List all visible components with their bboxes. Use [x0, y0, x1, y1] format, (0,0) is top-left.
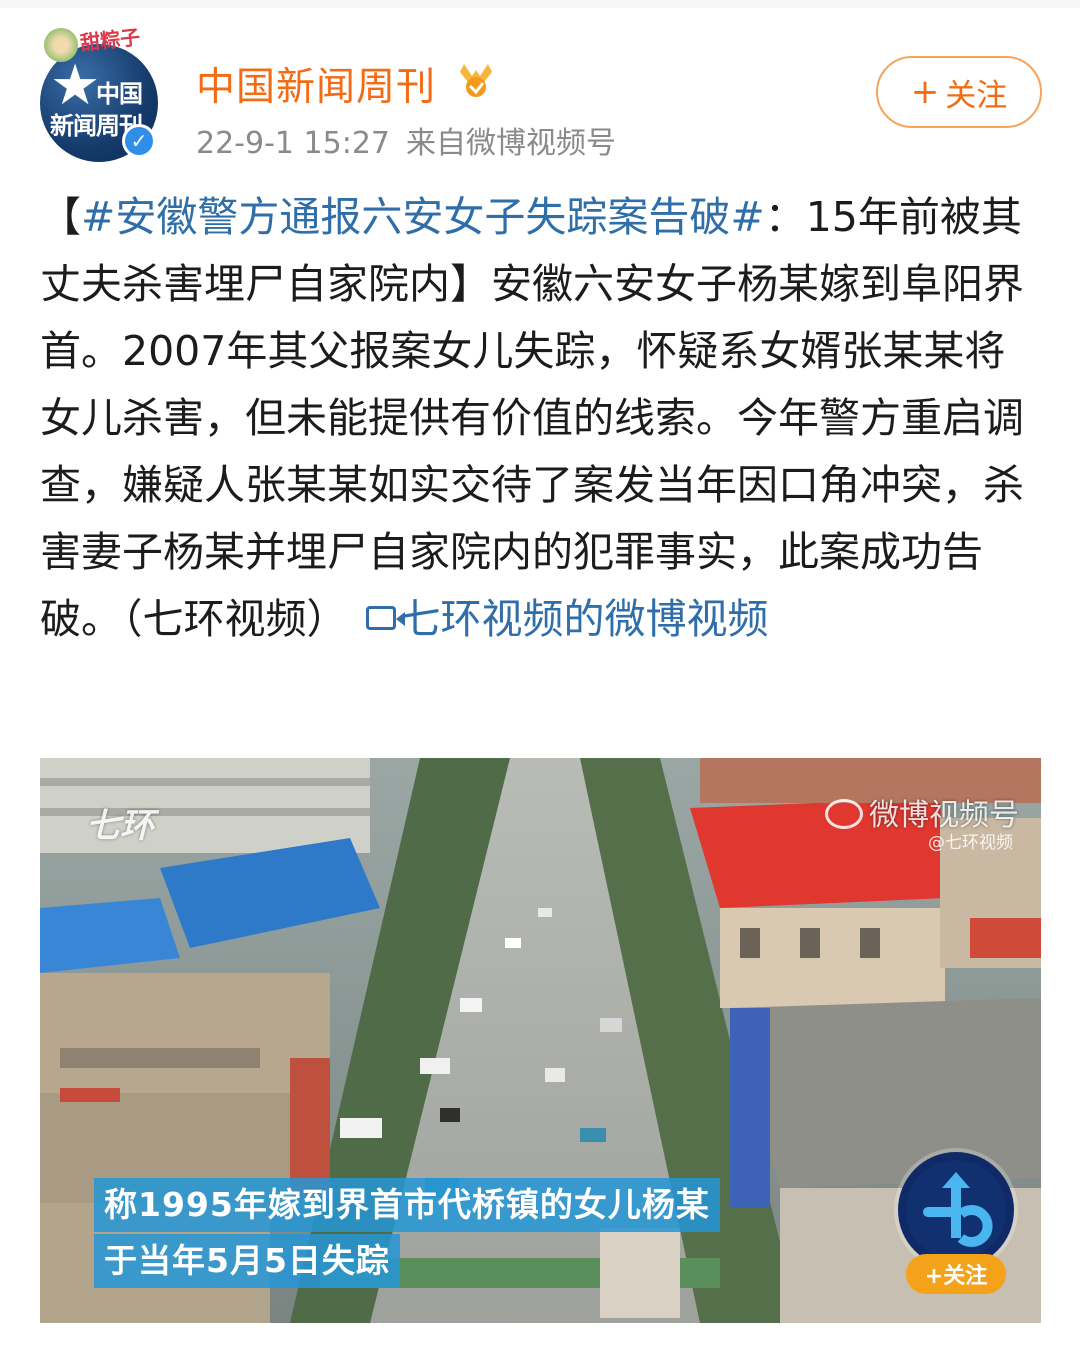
plus-icon: +: [910, 72, 940, 112]
weibo-eye-icon: [825, 798, 863, 829]
avatar-sticker: 甜粽子: [79, 24, 142, 56]
channel-logo-icon[interactable]: [898, 1152, 1014, 1268]
video-source-link[interactable]: 七环视频的微博视频: [365, 595, 769, 643]
video-player[interactable]: 七环 微博视频号 @七环视频 称1995年嫁到界首市代桥镇的女儿杨某 于当年5月…: [40, 758, 1041, 1323]
verified-badge-icon: ✓: [122, 124, 156, 158]
video-caption-line1: 称1995年嫁到界首市代桥镇的女儿杨某: [94, 1178, 720, 1232]
avatar-logo-line1: 中国: [96, 80, 143, 108]
video-caption-line2: 于当年5月5日失踪: [94, 1234, 400, 1288]
follow-label: 关注: [945, 77, 1008, 114]
medal-icon: [460, 64, 492, 97]
post-meta: 22-9-1 15:27 来自微博视频号: [196, 118, 616, 162]
author-name[interactable]: 中国新闻周刊: [196, 56, 436, 112]
video-camera-icon: [365, 606, 405, 630]
video-source-link-label: 七环视频的微博视频: [399, 595, 769, 643]
watermark-handle: @七环视频: [928, 833, 1013, 853]
channel-follow-button[interactable]: +关注: [906, 1254, 1006, 1294]
post-time: 22-9-1 15:27: [196, 126, 390, 161]
post-text: 【#安徽警方通报六安女子失踪案告破#：15年前被其丈夫杀害埋尸自家院内】安徽六安…: [40, 184, 1040, 653]
topic-hashtag-link[interactable]: #安徽警方通报六安女子失踪案告破#: [81, 193, 765, 241]
bracket-open: 【: [40, 193, 81, 241]
post-source[interactable]: 来自微博视频号: [406, 126, 616, 161]
top-strip: [0, 0, 1080, 8]
follow-button[interactable]: + 关注: [876, 56, 1042, 128]
post-body: 安徽六安女子杨某嫁到阜阳界首。2007年其父报案女儿失踪，怀疑系女婿张某某将女儿…: [40, 260, 1024, 643]
watermark-logo: 七环: [86, 806, 154, 846]
